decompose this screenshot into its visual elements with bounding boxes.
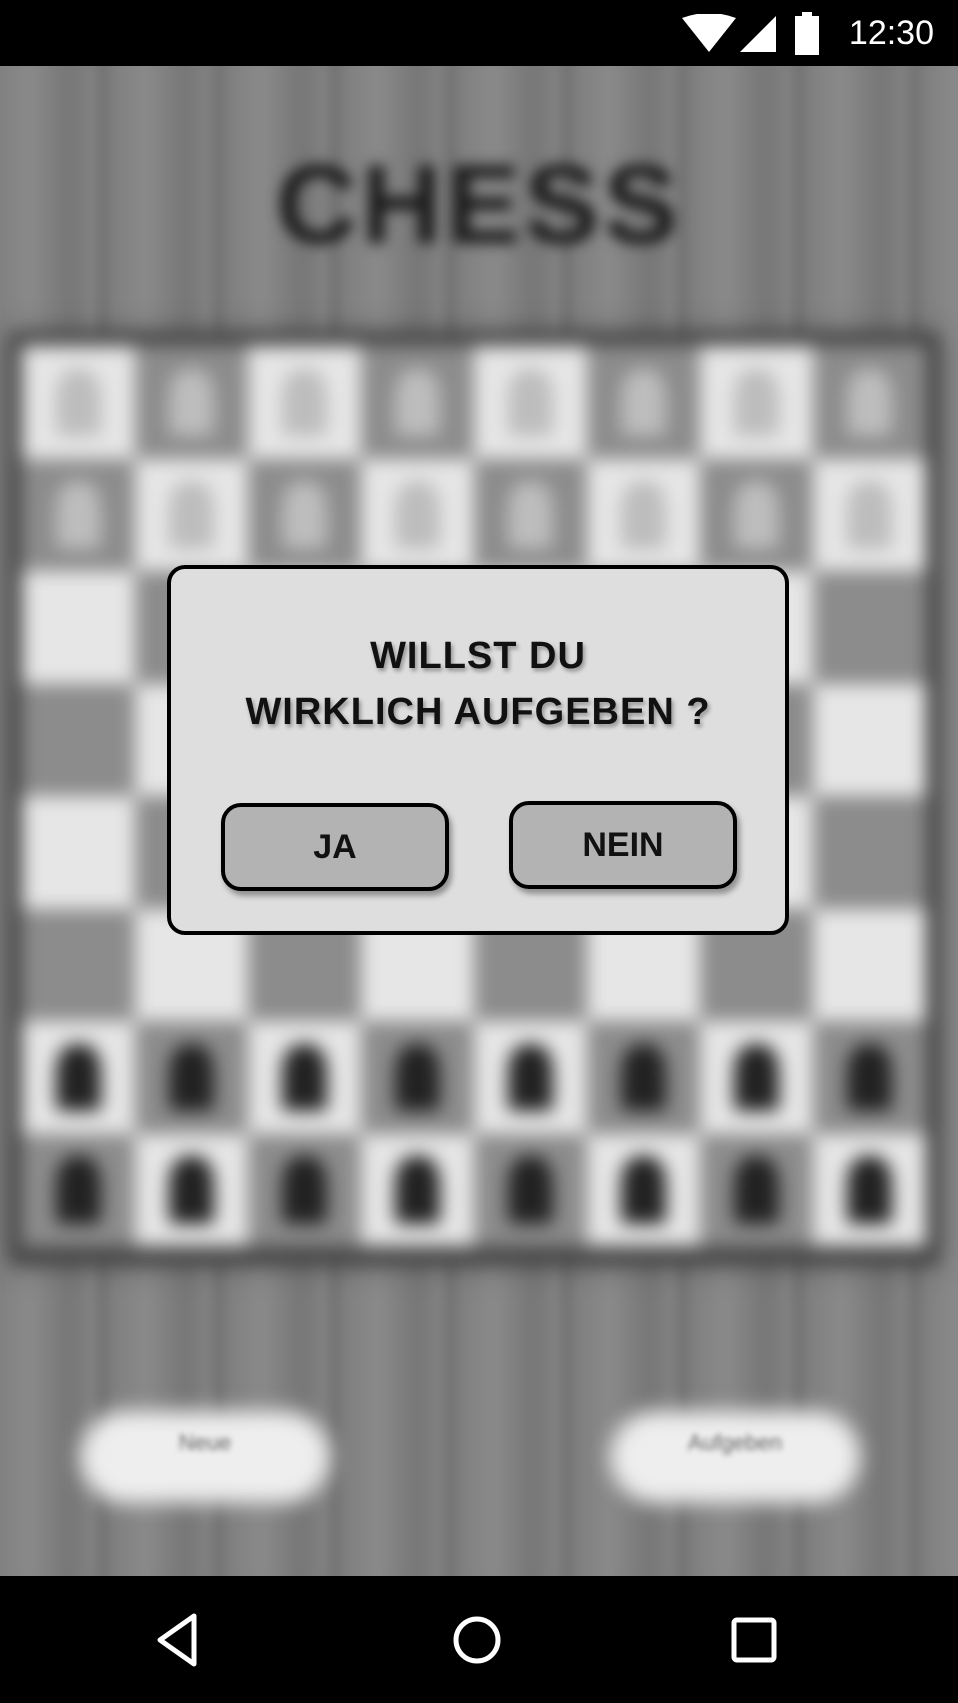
white-piece xyxy=(846,368,893,436)
board-square xyxy=(700,1133,813,1246)
white-piece xyxy=(55,481,102,549)
black-piece xyxy=(168,1156,215,1224)
board-square xyxy=(474,1133,587,1246)
board-square xyxy=(22,1133,135,1246)
board-square xyxy=(135,346,248,459)
board-square xyxy=(813,571,926,684)
white-piece xyxy=(507,481,554,549)
white-piece xyxy=(394,368,441,436)
black-piece xyxy=(281,1043,328,1111)
board-square xyxy=(22,458,135,571)
black-piece xyxy=(846,1043,893,1111)
black-piece xyxy=(394,1156,441,1224)
board-square xyxy=(700,346,813,459)
back-icon[interactable] xyxy=(152,1610,208,1670)
status-time: 12:30 xyxy=(848,14,934,52)
dialog-message-line1: WILLST DU xyxy=(370,635,586,677)
board-square xyxy=(135,1133,248,1246)
board-square xyxy=(813,796,926,909)
black-piece xyxy=(620,1043,667,1111)
board-square xyxy=(22,571,135,684)
navigation-bar xyxy=(0,1576,958,1703)
board-square xyxy=(361,346,474,459)
new-game-button xyxy=(80,1411,330,1503)
black-piece xyxy=(846,1156,893,1224)
white-piece xyxy=(281,368,328,436)
new-game-label: Neue xyxy=(178,1430,232,1455)
white-piece xyxy=(281,481,328,549)
board-square xyxy=(248,346,361,459)
board-square xyxy=(474,346,587,459)
board-square xyxy=(700,458,813,571)
black-piece xyxy=(507,1156,554,1224)
board-square xyxy=(587,458,700,571)
board-square xyxy=(22,346,135,459)
white-piece xyxy=(733,481,780,549)
white-piece xyxy=(168,368,215,436)
board-square xyxy=(361,1021,474,1134)
white-piece xyxy=(394,481,441,549)
board-square xyxy=(248,1021,361,1134)
board-square xyxy=(587,1021,700,1134)
home-icon[interactable] xyxy=(447,1610,507,1670)
recents-icon[interactable] xyxy=(724,1610,784,1670)
wifi-icon xyxy=(682,14,736,52)
board-square xyxy=(22,1021,135,1134)
board-square xyxy=(474,458,587,571)
status-bar: 12:30 xyxy=(0,0,958,66)
black-piece xyxy=(733,1043,780,1111)
board-square xyxy=(813,1021,926,1134)
board-square xyxy=(248,1133,361,1246)
resign-label: Aufgeben xyxy=(687,1430,783,1455)
resign-confirm-dialog: WILLST DU WIRKLICH AUFGEBEN ? JA NEIN xyxy=(167,565,789,935)
white-piece xyxy=(55,368,102,436)
white-piece xyxy=(168,481,215,549)
black-piece xyxy=(168,1043,215,1111)
board-square xyxy=(700,1021,813,1134)
board-square xyxy=(813,683,926,796)
black-piece xyxy=(394,1043,441,1111)
cell-signal-icon xyxy=(740,16,776,52)
white-piece xyxy=(733,368,780,436)
white-piece xyxy=(620,368,667,436)
phone-screen: 12:30 CHESS Neue Aufgeben WILLST DU WIRK… xyxy=(0,0,958,1703)
board-square xyxy=(22,796,135,909)
battery-icon xyxy=(795,12,819,55)
board-square xyxy=(135,1021,248,1134)
board-square xyxy=(248,458,361,571)
no-button[interactable]: NEIN xyxy=(509,801,737,889)
app-title: CHESS xyxy=(276,142,682,267)
board-square xyxy=(813,908,926,1021)
white-piece xyxy=(846,481,893,549)
black-piece xyxy=(620,1156,667,1224)
board-square xyxy=(361,458,474,571)
board-square xyxy=(22,908,135,1021)
black-piece xyxy=(55,1043,102,1111)
black-piece xyxy=(507,1043,554,1111)
dialog-message-line2: WIRKLICH AUFGEBEN ? xyxy=(245,691,711,733)
board-square xyxy=(813,1133,926,1246)
yes-button[interactable]: JA xyxy=(221,803,449,891)
board-square xyxy=(587,346,700,459)
board-square xyxy=(22,683,135,796)
board-square xyxy=(135,458,248,571)
board-square xyxy=(813,346,926,459)
white-piece xyxy=(507,368,554,436)
board-square xyxy=(813,458,926,571)
board-square xyxy=(587,1133,700,1246)
black-piece xyxy=(733,1156,780,1224)
white-piece xyxy=(620,481,667,549)
black-piece xyxy=(55,1156,102,1224)
black-piece xyxy=(281,1156,328,1224)
resign-button xyxy=(610,1411,860,1503)
board-square xyxy=(474,1021,587,1134)
board-square xyxy=(361,1133,474,1246)
